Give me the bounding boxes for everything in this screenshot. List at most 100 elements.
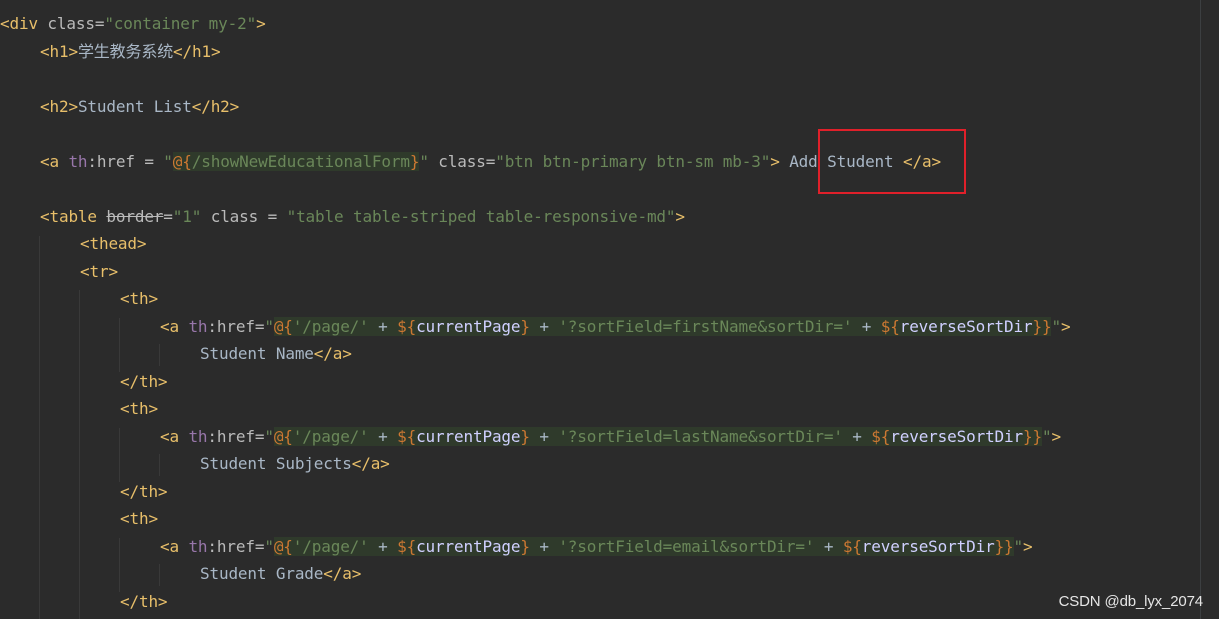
indent-guide	[159, 344, 160, 366]
string-token: "table table-striped table-responsive-md…	[286, 207, 676, 226]
code-line-h2[interactable]: <h2>Student List</h2>	[40, 96, 239, 118]
operator-token: +	[814, 537, 843, 556]
code-line-th-close[interactable]: </th>	[120, 481, 168, 503]
tag-token: <thead>	[80, 234, 147, 253]
tag-token: </a>	[323, 564, 362, 583]
tag-token: </th>	[120, 482, 168, 501]
attr-token: class=	[428, 152, 496, 171]
operator-token: +	[368, 427, 398, 446]
code-line-thead[interactable]: <thead>	[80, 233, 147, 255]
expr-token: }	[994, 537, 1005, 556]
code-line-div-open[interactable]: <div class="container my-2">	[0, 13, 266, 35]
code-line-sort-firstname-link[interactable]: <a th:href="@{'/page/' + ${currentPage} …	[160, 316, 1071, 338]
code-editor[interactable]: <div class="container my-2"> <h1>学生教务系统<…	[0, 0, 1219, 619]
code-line-student-subjects[interactable]: Student Subjects</a>	[200, 453, 390, 475]
expr-token: ${	[397, 427, 417, 446]
tag-token: <th>	[120, 509, 158, 528]
namespace-token: th	[68, 152, 88, 171]
tag-token: >	[256, 14, 266, 33]
string-token: "btn btn-primary btn-sm mb-3"	[495, 152, 771, 171]
tag-token: <table	[40, 207, 107, 226]
code-line-th-open[interactable]: <th>	[120, 508, 158, 530]
tag-token: >	[1023, 537, 1033, 556]
indent-guide	[119, 318, 120, 372]
string-token: "	[264, 427, 274, 446]
attr-token: class=	[37, 14, 105, 33]
code-line-table[interactable]: <table border="1" class = "table table-s…	[40, 206, 685, 228]
string-token: "container my-2"	[104, 14, 257, 33]
expr-token: @{	[273, 317, 293, 336]
text-token: Student Grade	[200, 564, 324, 583]
tag-token: <h1>	[40, 42, 78, 61]
string-token: "	[264, 537, 274, 556]
attr-token: :href=	[207, 317, 265, 336]
deprecated-attr-token: border	[106, 207, 164, 226]
expr-token: }	[520, 537, 530, 556]
expr-token: @{	[273, 537, 293, 556]
operator-token: =	[134, 152, 164, 171]
indent-guide	[159, 454, 160, 476]
code-line-student-name[interactable]: Student Name</a>	[200, 343, 352, 365]
watermark-text: CSDN @db_lyx_2074	[1058, 593, 1204, 610]
string-token: "	[1013, 537, 1024, 556]
tag-token: <a	[160, 427, 189, 446]
code-line-add-student-link[interactable]: <a th:href = "@{/showNewEducationalForm}…	[40, 151, 941, 173]
variable-token: reverseSortDir	[890, 427, 1024, 446]
attr-token: :href=	[207, 537, 265, 556]
operator-token: +	[842, 427, 872, 446]
literal-token: '/page/'	[292, 317, 369, 336]
variable-token: currentPage	[416, 317, 521, 336]
code-line-th-open[interactable]: <th>	[120, 398, 158, 420]
tag-token: </th>	[120, 592, 168, 611]
operator-token: =	[163, 207, 173, 226]
string-token: "	[264, 317, 274, 336]
tag-token: <h2>	[40, 97, 78, 116]
namespace-token: th	[188, 427, 208, 446]
indent-guide	[119, 428, 120, 482]
variable-token: currentPage	[416, 427, 521, 446]
annotation-highlight-box	[818, 129, 966, 194]
tag-token: <a	[160, 317, 189, 336]
code-line-sort-email-link[interactable]: <a th:href="@{'/page/' + ${currentPage} …	[160, 536, 1033, 558]
expr-token: @{	[172, 152, 192, 171]
indent-guide	[159, 564, 160, 586]
code-line-h1[interactable]: <h1>学生教务系统</h1>	[40, 41, 221, 63]
expr-token: }	[520, 427, 530, 446]
tag-token: >	[675, 207, 685, 226]
expr-token: ${	[842, 537, 862, 556]
attr-token: :href=	[207, 427, 265, 446]
text-token: Student Name	[200, 344, 314, 363]
expr-token: ${	[397, 537, 417, 556]
expr-token: }	[1032, 317, 1042, 336]
expr-token: @{	[273, 427, 293, 446]
tag-token: >	[1051, 427, 1061, 446]
code-line-th-open[interactable]: <th>	[120, 288, 158, 310]
literal-token: '/page/'	[292, 427, 369, 446]
tag-token: <th>	[120, 289, 158, 308]
tag-token: <a	[40, 152, 69, 171]
tag-token: </a>	[351, 454, 390, 473]
operator-token: +	[529, 317, 559, 336]
namespace-token: th	[188, 537, 208, 556]
operator-token: +	[368, 537, 398, 556]
literal-token: '?sortField=firstName&sortDir='	[558, 317, 853, 336]
variable-token: reverseSortDir	[861, 537, 995, 556]
expr-token: }	[409, 152, 420, 171]
expr-token: ${	[871, 427, 891, 446]
tag-token: </a>	[313, 344, 352, 363]
operator-token: +	[529, 537, 559, 556]
operator-token: +	[529, 427, 559, 446]
tag-token: >	[1060, 317, 1071, 336]
string-token: "1"	[172, 207, 202, 226]
expr-token: }	[1032, 427, 1043, 446]
tag-token: <div	[0, 14, 38, 33]
code-line-sort-lastname-link[interactable]: <a th:href="@{'/page/' + ${currentPage} …	[160, 426, 1061, 448]
code-line-th-close[interactable]: </th>	[120, 371, 168, 393]
expr-token: ${	[880, 317, 900, 336]
code-line-th-close[interactable]: </th>	[120, 591, 168, 613]
tag-token: >	[770, 152, 780, 171]
code-line-tr[interactable]: <tr>	[80, 261, 118, 283]
indent-guide	[39, 236, 40, 619]
code-line-student-grade[interactable]: Student Grade</a>	[200, 563, 361, 585]
text-token: 学生教务系统	[77, 42, 174, 61]
